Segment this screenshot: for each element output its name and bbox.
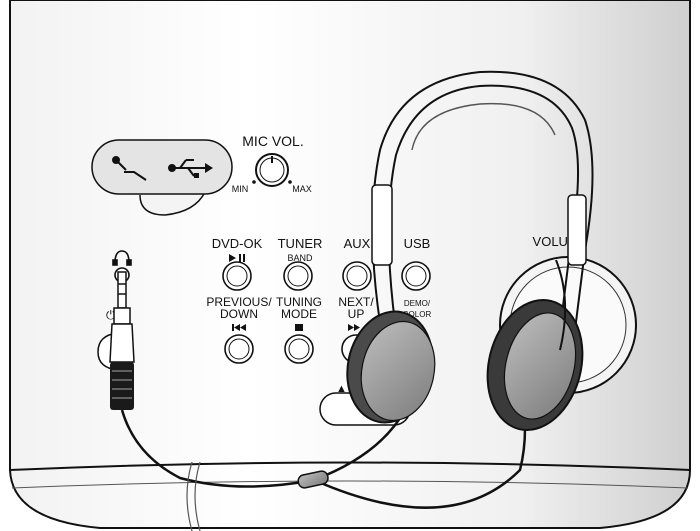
- mic-max-label: MAX: [292, 184, 312, 194]
- stop-icon: [295, 324, 303, 331]
- aux-label: AUX: [344, 236, 371, 251]
- down-label: DOWN: [220, 307, 258, 321]
- demo-label: DEMO/: [404, 299, 431, 308]
- mode-label: MODE: [281, 307, 317, 321]
- up-label: UP: [348, 307, 365, 321]
- headphone-connection-diagram: MIC VOL. MIN MAX DVD-OK TUNER BAND AUX U…: [9, 0, 691, 531]
- dvd-ok-label: DVD-OK: [212, 236, 263, 251]
- tuner-label: TUNER: [278, 236, 323, 251]
- mic-vol-label: MIC VOL.: [242, 133, 303, 149]
- usb-label: USB: [404, 236, 431, 251]
- mic-min-label: MIN: [232, 184, 249, 194]
